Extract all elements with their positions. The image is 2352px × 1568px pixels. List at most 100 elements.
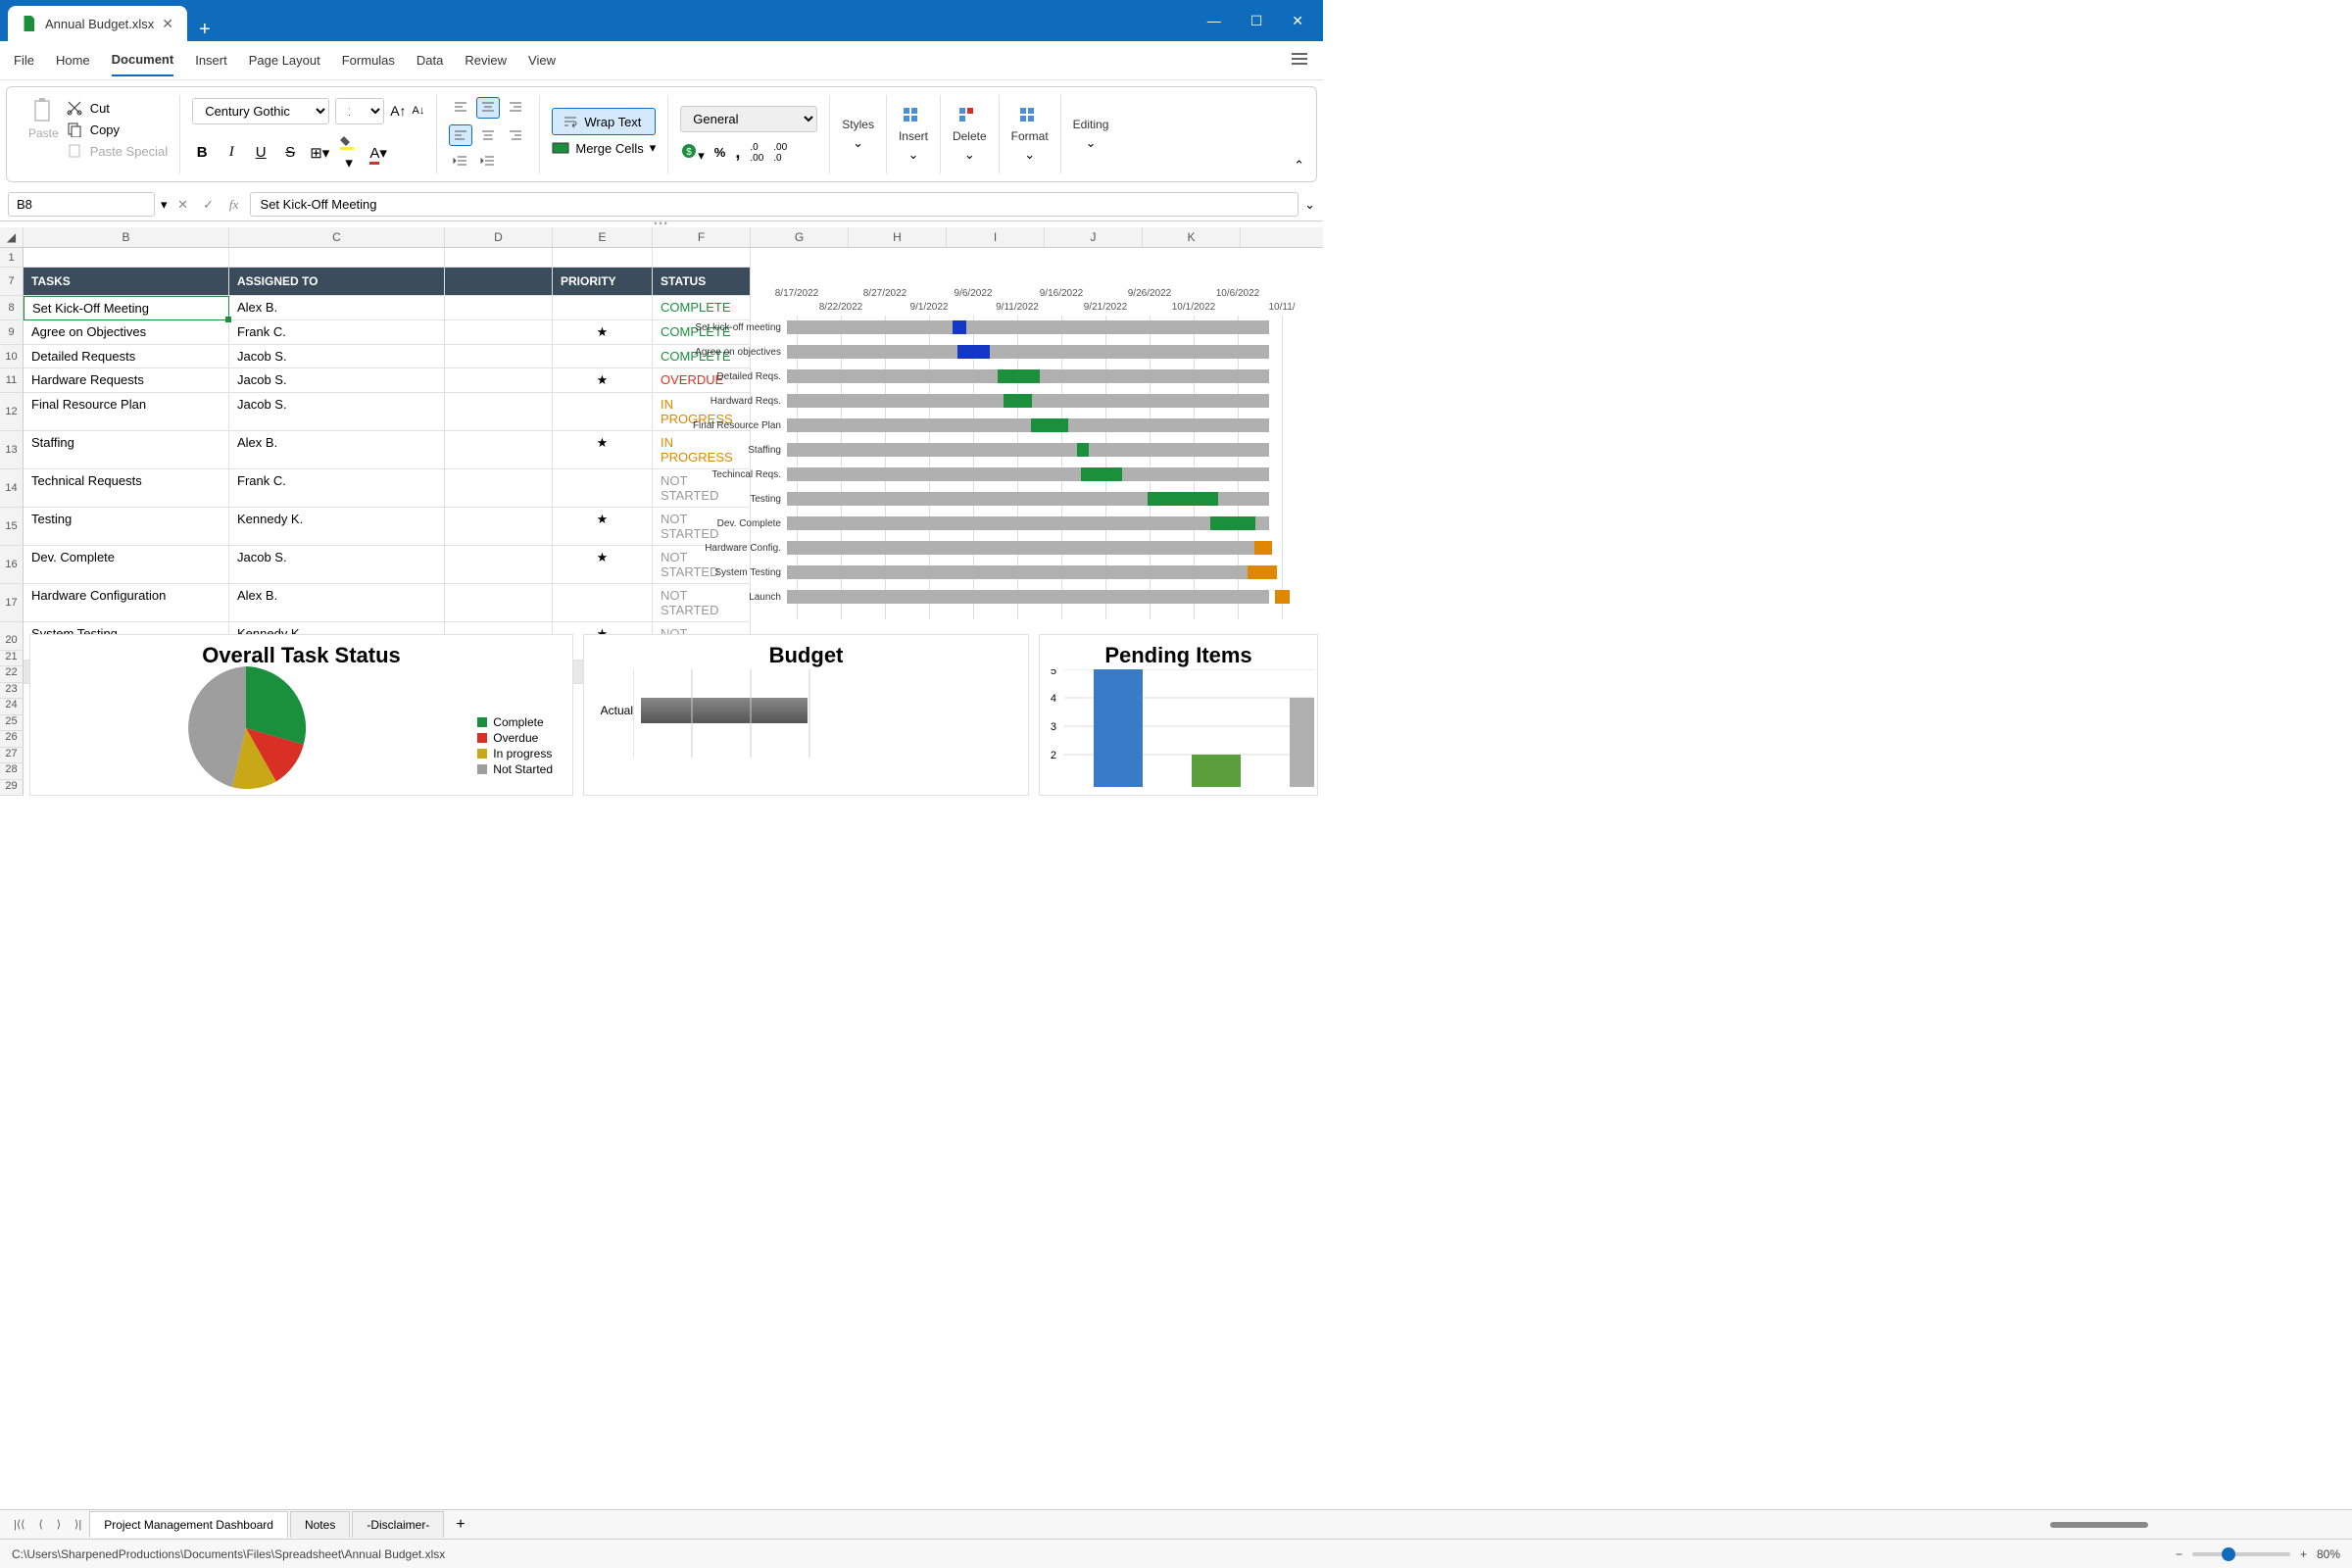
decrease-font-icon[interactable]: A↓ [413, 105, 425, 117]
collapse-ribbon-icon[interactable]: ⌃ [1294, 158, 1304, 173]
row-header[interactable]: 20 [0, 634, 24, 651]
menu-page-layout[interactable]: Page Layout [249, 45, 320, 75]
priority-cell[interactable] [553, 296, 653, 320]
task-cell[interactable]: Technical Requests [24, 469, 229, 508]
row-header[interactable]: 15 [0, 508, 24, 546]
paste-button[interactable]: Paste [28, 97, 59, 172]
task-cell[interactable]: Hardware Configuration [24, 584, 229, 622]
zoom-slider[interactable] [2192, 1552, 2290, 1556]
decrease-indent[interactable] [449, 150, 472, 172]
row-header[interactable]: 23 [0, 683, 24, 700]
hamburger-icon[interactable] [1290, 49, 1309, 72]
table-header[interactable]: PRIORITY [553, 268, 653, 296]
col-header[interactable]: D [445, 227, 553, 247]
col-header[interactable] [1241, 227, 1323, 247]
last-sheet-icon[interactable]: ⟩| [69, 1514, 87, 1535]
percent-button[interactable]: % [714, 145, 726, 160]
priority-cell[interactable]: ★ [553, 508, 653, 546]
priority-cell[interactable] [553, 469, 653, 508]
row-header[interactable]: 17 [0, 584, 24, 622]
wrap-text-button[interactable]: Wrap Text [552, 108, 656, 135]
assigned-cell[interactable]: Frank C. [229, 469, 445, 508]
align-right[interactable] [504, 124, 527, 146]
align-top-right[interactable] [504, 97, 527, 119]
align-top-center[interactable] [476, 97, 500, 119]
task-cell[interactable]: Testing [24, 508, 229, 546]
col-header[interactable]: K [1143, 227, 1241, 247]
col-header[interactable]: F [653, 227, 751, 247]
styles-group[interactable]: Styles⌄ [830, 95, 887, 173]
assigned-cell[interactable]: Jacob S. [229, 368, 445, 393]
delete-group[interactable]: Delete⌄ [941, 95, 1000, 173]
priority-cell[interactable]: ★ [553, 431, 653, 469]
add-sheet-button[interactable]: + [446, 1512, 474, 1538]
row-header[interactable]: 29 [0, 780, 24, 797]
task-cell[interactable]: Agree on Objectives [24, 320, 229, 345]
task-cell[interactable]: Staffing [24, 431, 229, 469]
col-header[interactable]: I [947, 227, 1045, 247]
accept-formula-icon[interactable]: ✓ [199, 197, 219, 213]
menu-formulas[interactable]: Formulas [342, 45, 395, 75]
row-header[interactable]: 25 [0, 715, 24, 732]
font-color-button[interactable]: A▾ [368, 144, 388, 162]
increase-indent[interactable] [476, 150, 500, 172]
number-format-select[interactable]: General [680, 106, 817, 132]
zoom-out-button[interactable]: − [2176, 1547, 2182, 1561]
priority-cell[interactable] [553, 345, 653, 368]
row-header[interactable]: 27 [0, 748, 24, 764]
assigned-cell[interactable]: Frank C. [229, 320, 445, 345]
fx-icon[interactable]: fx [224, 197, 244, 213]
menu-data[interactable]: Data [416, 45, 443, 75]
new-tab-button[interactable]: + [199, 19, 211, 41]
assigned-cell[interactable]: Alex B. [229, 584, 445, 622]
row-header[interactable]: 13 [0, 431, 24, 469]
align-center[interactable] [476, 124, 500, 146]
decrease-decimal-button[interactable]: .00.0 [773, 142, 787, 164]
task-cell[interactable]: Detailed Requests [24, 345, 229, 368]
align-top-left[interactable] [449, 97, 472, 119]
row-header[interactable]: 16 [0, 546, 24, 584]
priority-cell[interactable]: ★ [553, 546, 653, 584]
table-header[interactable]: ASSIGNED TO [229, 268, 445, 296]
assigned-cell[interactable]: Jacob S. [229, 546, 445, 584]
strikethrough-button[interactable]: S [280, 144, 300, 161]
row-header[interactable]: 10 [0, 345, 24, 368]
expand-formula-icon[interactable]: ⌄ [1304, 197, 1315, 213]
menu-insert[interactable]: Insert [195, 45, 227, 75]
row-header[interactable]: 9 [0, 320, 24, 345]
close-window-icon[interactable]: ✕ [1292, 13, 1303, 29]
row-header[interactable]: 12 [0, 393, 24, 431]
assigned-cell[interactable]: Jacob S. [229, 393, 445, 431]
h-scrollbar[interactable] [2011, 1520, 2344, 1530]
col-header[interactable]: G [751, 227, 849, 247]
menu-view[interactable]: View [528, 45, 556, 75]
comma-button[interactable]: , [735, 142, 740, 163]
col-header[interactable]: C [229, 227, 445, 247]
row-header[interactable]: 24 [0, 699, 24, 715]
format-group[interactable]: Format⌄ [1000, 95, 1061, 173]
col-header[interactable]: J [1045, 227, 1143, 247]
fill-color-button[interactable]: ▾ [339, 134, 359, 172]
italic-button[interactable]: I [221, 144, 241, 161]
zoom-in-button[interactable]: + [2300, 1547, 2307, 1561]
copy-button[interactable]: Copy [67, 119, 169, 140]
editing-group[interactable]: Editing⌄ [1061, 95, 1121, 173]
formula-input[interactable] [250, 192, 1299, 217]
insert-group[interactable]: Insert⌄ [887, 95, 941, 173]
align-left[interactable] [449, 124, 472, 146]
paste-special-button[interactable]: Paste Special [67, 140, 169, 162]
row-header[interactable]: 7 [0, 268, 24, 296]
menu-home[interactable]: Home [56, 45, 90, 75]
minimize-icon[interactable]: — [1207, 13, 1221, 29]
row-header[interactable]: 8 [0, 296, 24, 320]
merge-cells-button[interactable]: Merge Cells ▾ [552, 135, 656, 161]
currency-button[interactable]: $▾ [680, 142, 705, 164]
assigned-cell[interactable]: Jacob S. [229, 345, 445, 368]
row-header[interactable]: 28 [0, 763, 24, 780]
priority-cell[interactable]: ★ [553, 368, 653, 393]
priority-cell[interactable] [553, 393, 653, 431]
increase-font-icon[interactable]: A↑ [390, 103, 406, 119]
task-cell[interactable]: Hardware Requests [24, 368, 229, 393]
close-tab-icon[interactable]: ✕ [162, 16, 173, 32]
font-family-select[interactable]: Century Gothic [192, 98, 329, 124]
